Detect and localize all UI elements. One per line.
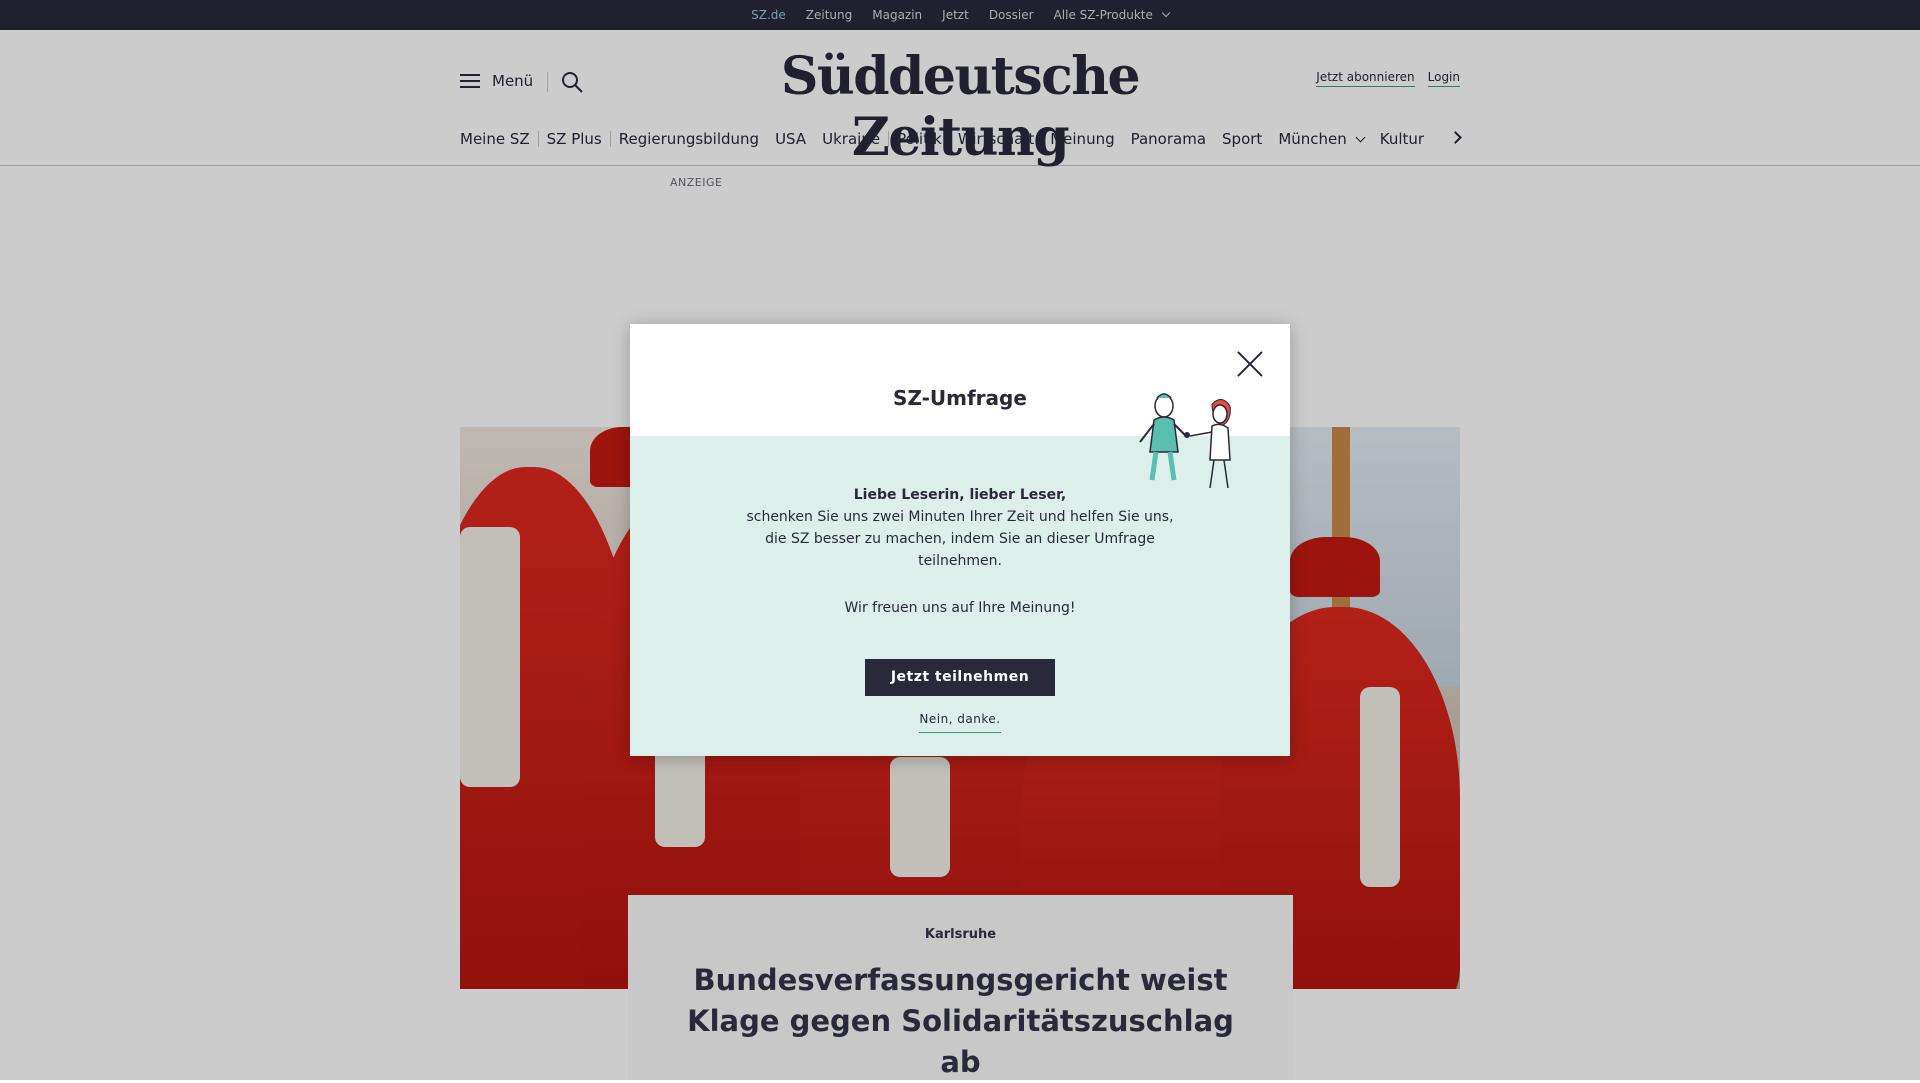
close-icon[interactable]	[1236, 350, 1264, 378]
decline-link[interactable]: Nein, danke.	[919, 708, 1001, 733]
article-headline[interactable]: Bundesverfassungsgericht weist Klage geg…	[681, 960, 1241, 1083]
participate-button[interactable]: Jetzt teilnehmen	[865, 659, 1055, 696]
survey-thanks: Wir freuen uns auf Ihre Meinung!	[844, 600, 1076, 616]
survey-modal: SZ-Umfrage Liebe Leserin, lieber Leser, …	[630, 324, 1290, 756]
article-teaser[interactable]: Karlsruhe Bundesverfassungsgericht weist…	[628, 895, 1293, 1080]
interview-illustration	[1139, 393, 1231, 489]
article-kicker: Karlsruhe	[924, 927, 997, 942]
survey-text: schenken Sie uns zwei Minuten Ihrer Zeit…	[746, 509, 1174, 569]
